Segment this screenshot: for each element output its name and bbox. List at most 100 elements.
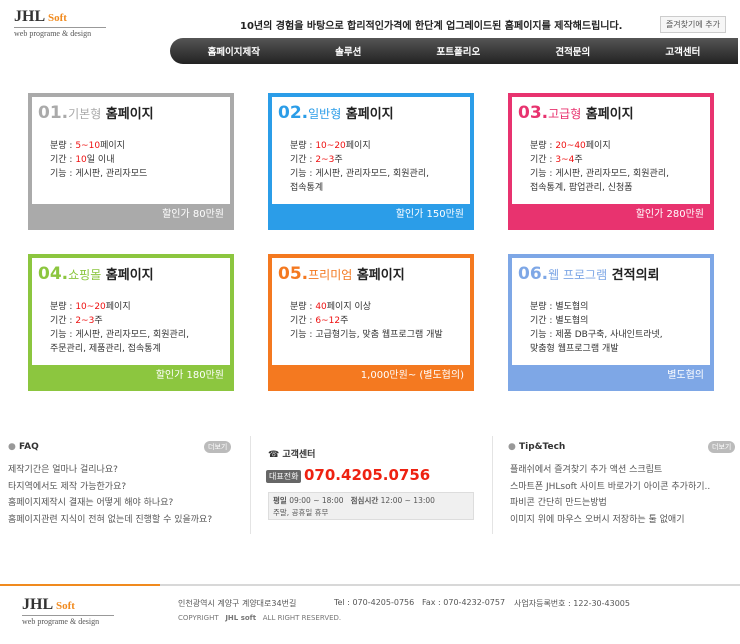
detail-label: 기간 : xyxy=(290,316,316,326)
tip-title-text: Tip&Tech xyxy=(519,442,566,452)
detail-label: 기능 : 제품 DB구축, 사내인트라넷, xyxy=(530,330,663,340)
card-number: 06. xyxy=(518,264,549,284)
tip-item[interactable]: 이미지 위에 마우스 오버시 저장하는 툴 없애기 xyxy=(510,512,710,529)
detail-label: 기간 : xyxy=(530,155,556,165)
card-price: 할인가 280만원 xyxy=(512,204,710,226)
detail-value: 3~4 xyxy=(555,155,575,165)
card-detail-line: 기능 : 제품 DB구축, 사내인트라넷, xyxy=(530,328,663,342)
detail-unit: 페이지 xyxy=(100,141,125,151)
card-detail-line: 분량 : 별도협의 xyxy=(530,300,663,314)
card-detail-line: 기간 : 10일 이내 xyxy=(50,153,147,167)
detail-unit: 주 xyxy=(340,316,349,326)
faq-more-button[interactable]: 더보기 xyxy=(204,441,232,453)
detail-value: 5~10 xyxy=(75,141,101,151)
card-title: 03.고급형 홈페이지 xyxy=(518,103,634,123)
logo[interactable]: JHL Soft web programe & design xyxy=(14,8,106,38)
card-details: 분량 : 10~20페이지 기간 : 2~3주 기능 : 게시판, 관리자모드, 회… xyxy=(290,139,429,195)
card-type: 기본형 xyxy=(68,107,102,121)
product-card[interactable]: 01.기본형 홈페이지 분량 : 5~10페이지 기간 : 10일 이내 기능 : 게… xyxy=(28,93,234,230)
card-details: 분량 : 별도협의 기간 : 별도협의 기능 : 제품 DB구축, 사내인트라넷, … xyxy=(530,300,663,356)
card-title-text: 홈페이지 xyxy=(345,107,394,122)
detail-unit: 페이지 xyxy=(585,141,611,151)
faq-bullet: ● xyxy=(8,442,19,452)
detail-value: 6~12 xyxy=(315,316,341,326)
logo-tagline: web programe & design xyxy=(14,27,106,38)
footer-logo-soft: Soft xyxy=(56,600,75,612)
tip-item[interactable]: 스마트폰 JHLsoft 사이트 바로가기 아이콘 추가하기.. xyxy=(510,479,710,496)
detail-label: 분량 : xyxy=(290,302,316,312)
lunch-value: 12:00 ~ 13:00 xyxy=(380,496,435,505)
card-price: 별도협의 xyxy=(512,365,710,387)
detail-unit: 페이지 xyxy=(345,141,371,151)
detail-label: 기간 : xyxy=(50,155,76,165)
cs-title-text: 고객센터 xyxy=(282,450,316,460)
card-detail-line: 분량 : 40페이지 이상 xyxy=(290,300,443,314)
detail-value: 2~3 xyxy=(75,316,95,326)
faq-item[interactable]: 홈페이지관련 지식이 전혀 없는데 진행할 수 있을까요? xyxy=(8,512,212,529)
card-number: 01. xyxy=(38,103,69,123)
product-card[interactable]: 04.쇼핑몰 홈페이지분량 : 10~20페이지 기간 : 2~3주 기능 : 게시… xyxy=(28,254,234,391)
tip-item[interactable]: 플래쉬에서 즐겨찾기 추가 액션 스크립트 xyxy=(510,462,710,479)
card-type: 웹 프로그램 xyxy=(548,268,608,282)
nav-item-portfolio[interactable]: 포트폴리오 xyxy=(437,44,481,58)
hours-label: 평일 xyxy=(273,496,287,505)
product-card[interactable]: 05.프리미엄 홈페이지 분량 : 40페이지 이상 기간 : 6~12주 기능 : … xyxy=(268,254,474,391)
footer-biz-number: 사업자등록번호 : 122-30-43005 xyxy=(514,599,630,608)
card-title-text: 홈페이지 xyxy=(105,268,154,283)
product-card[interactable]: 06.웹 프로그램 견적의뢰분량 : 별도협의 기간 : 별도협의 기능 : 제품 … xyxy=(508,254,714,391)
add-favorite-button[interactable]: 즐겨찾기에 추가 xyxy=(659,16,726,33)
card-detail-line: 접속통계, 팝업관리, 신청폼 xyxy=(530,181,669,195)
detail-label: 기능 : 고급형기능, 맞춤 웹프로그램 개발 xyxy=(290,330,443,340)
cs-phone: 070.4205.0756 xyxy=(304,466,431,484)
copyright-brand: JHL soft xyxy=(225,614,257,622)
logo-jhl: JHL xyxy=(14,8,46,25)
detail-value: 10~20 xyxy=(315,141,346,151)
copyright-rights: ALL RIGHT RESERVED. xyxy=(262,614,342,622)
card-type: 일반형 xyxy=(308,107,342,121)
detail-label: 기능 : 게시판, 관리자모드, 회원관리, xyxy=(530,169,669,179)
card-title-text: 홈페이지 xyxy=(585,107,634,122)
detail-label: 분량 : 별도협의 xyxy=(530,302,589,312)
footer-fax: Fax : 070-4232-0757 xyxy=(422,598,506,607)
card-detail-line: 기능 : 고급형기능, 맞춤 웹프로그램 개발 xyxy=(290,328,443,342)
faq-item[interactable]: 제작기간은 얼마나 걸리나요? xyxy=(8,462,212,479)
detail-unit: 주 xyxy=(94,316,103,326)
card-type: 프리미엄 xyxy=(308,268,353,282)
nav-item-solution[interactable]: 솔루션 xyxy=(335,44,361,58)
card-number: 05. xyxy=(278,264,309,284)
detail-unit: 주 xyxy=(334,155,343,165)
card-detail-line: 기간 : 2~3주 xyxy=(290,153,429,167)
card-title: 02.일반형 홈페이지 xyxy=(278,103,394,123)
faq-item[interactable]: 홈페이지제작시 결재는 어떻게 해야 하나요? xyxy=(8,495,212,512)
card-title-text: 견적의뢰 xyxy=(611,268,660,283)
card-number: 03. xyxy=(518,103,549,123)
cs-badge: 대표전화 xyxy=(266,470,302,483)
detail-label: 접속통계 xyxy=(290,183,324,193)
headline: 10년의 경험을 바탕으로 합리적인가격에 한단계 업그레이드된 홈페이지를 제… xyxy=(240,21,623,32)
nav-item-support[interactable]: 고객센터 xyxy=(665,44,700,58)
product-card[interactable]: 03.고급형 홈페이지 분량 : 20~40페이지 기간 : 3~4주 기능 : 게시… xyxy=(508,93,714,230)
card-title: 01.기본형 홈페이지 xyxy=(38,103,154,123)
card-title: 04.쇼핑몰 홈페이지 xyxy=(38,264,154,284)
card-type: 고급형 xyxy=(548,107,582,121)
detail-label: 주문관리, 제품관리, 접속통계 xyxy=(50,344,161,354)
card-detail-line: 기능 : 게시판, 관리자모드, 회원관리, xyxy=(50,328,189,342)
phone-icon: ☎ xyxy=(268,450,283,460)
nav-item-homepage[interactable]: 홈페이지제작 xyxy=(208,44,260,58)
card-details: 분량 : 10~20페이지 기간 : 2~3주 기능 : 게시판, 관리자모드, 회… xyxy=(50,300,189,356)
tip-list: 플래쉬에서 즐겨찾기 추가 액션 스크립트 스마트폰 JHLsoft 사이트 바… xyxy=(510,462,710,528)
tip-more-button[interactable]: 더보기 xyxy=(708,441,736,453)
nav-item-estimate[interactable]: 견적문의 xyxy=(555,44,590,58)
tip-item[interactable]: 파비콘 간단히 만드는방법 xyxy=(510,495,710,512)
card-title: 06.웹 프로그램 견적의뢰 xyxy=(518,264,660,284)
detail-value: 10 xyxy=(75,155,87,165)
card-title-text: 홈페이지 xyxy=(105,107,154,122)
faq-item[interactable]: 타지역에서도 제작 가능한가요? xyxy=(8,479,212,496)
card-detail-line: 기간 : 2~3주 xyxy=(50,314,189,328)
detail-unit: 일 이내 xyxy=(86,155,115,165)
product-card[interactable]: 02.일반형 홈페이지 분량 : 10~20페이지 기간 : 2~3주 기능 : 게시… xyxy=(268,93,474,230)
cs-title: ☎ 고객센터 xyxy=(268,447,315,460)
detail-label: 분량 : xyxy=(50,302,76,312)
card-detail-line: 기간 : 6~12주 xyxy=(290,314,443,328)
footer-address: 인천광역시 계양구 계양대로34번길 xyxy=(178,599,297,608)
